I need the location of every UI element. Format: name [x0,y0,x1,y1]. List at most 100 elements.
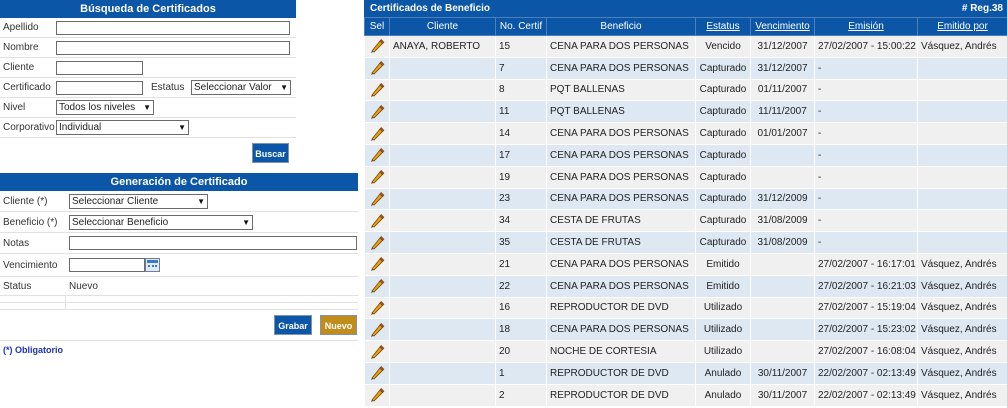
certificado-input[interactable] [56,81,143,95]
apellido-label: Apellido [3,22,39,33]
cell-vencimiento: 11/11/2007 [750,100,815,124]
cell-emitido [917,209,1007,233]
cell-emitido [917,143,1007,167]
search-panel-title: Búsqueda de Certificados [0,0,296,18]
select-cell [364,318,390,342]
cell-cert: 19 [495,165,547,189]
cell-emitido: Vásquez, Andrés [917,296,1007,320]
new-button[interactable]: Nuevo [320,315,357,335]
sort-estatus[interactable]: Estatus [695,17,751,36]
corporativo-select[interactable]: Individual ▼ [56,120,189,135]
cell-beneficio: CENA PARA DOS PERSONAS [546,252,696,276]
cell-estatus: Utilizado [695,296,751,320]
pencil-icon[interactable] [369,39,385,54]
chevron-down-icon: ▼ [143,103,151,112]
sort-vencimiento[interactable]: Vencimiento [750,17,815,36]
cell-vencimiento: 31/08/2009 [750,231,815,254]
cell-estatus: Capturado [695,187,751,211]
cell-cert: 16 [495,296,547,320]
select-cell [364,231,390,254]
estatus-label: Estatus [151,82,185,93]
cell-vencimiento: 30/11/2007 [750,383,815,407]
select-cell [364,78,390,102]
cell-vencimiento: 01/01/2007 [750,122,815,145]
search-actions: Buscar [0,138,296,165]
gen-beneficio-select[interactable]: Seleccionar Beneficio ▼ [69,215,253,230]
cell-emision: - [814,187,918,211]
cell-cert: 8 [495,78,547,102]
cell-cert: 21 [495,252,547,276]
cell-vencimiento: 30/11/2007 [750,361,815,385]
certificado-label: Certificado [3,82,51,93]
cell-cliente [389,56,496,80]
sort-emitido-por[interactable]: Emitido por [917,17,1007,36]
pencil-icon[interactable] [369,213,385,228]
estatus-select[interactable]: Seleccionar Valor ▼ [191,80,291,95]
cell-vencimiento: 31/12/2007 [750,35,815,58]
cell-vencimiento [750,252,815,276]
pencil-icon[interactable] [369,300,385,315]
corporativo-select-value: Individual [59,122,102,133]
cell-estatus: Capturado [695,165,751,189]
cell-beneficio: CENA PARA DOS PERSONAS [546,56,696,80]
nivel-select[interactable]: Todos los niveles ▼ [56,100,154,115]
pencil-icon[interactable] [369,170,385,185]
nombre-input[interactable] [56,41,290,55]
select-cell [364,252,390,276]
cell-vencimiento: 31/12/2009 [750,187,815,211]
divider [65,303,66,309]
cell-emitido [917,56,1007,80]
gen-cliente-row: Cliente (*) Seleccionar Cliente ▼ [0,191,358,212]
pencil-icon[interactable] [369,82,385,97]
pencil-icon[interactable] [369,235,385,250]
pencil-icon[interactable] [369,191,385,206]
pencil-icon[interactable] [369,148,385,163]
cell-vencimiento [750,340,815,363]
sort-emision[interactable]: Emisión [814,17,918,36]
table-row: ANAYA, ROBERTO 15 CENA PARA DOS PERSONAS Ve… [364,35,1007,58]
cell-emitido [917,122,1007,145]
gen-cliente-select[interactable]: Seleccionar Cliente ▼ [69,194,208,209]
select-cell [364,187,390,211]
pencil-icon[interactable] [369,61,385,76]
pencil-icon[interactable] [369,126,385,141]
cell-cliente [389,165,496,189]
calendar-icon[interactable] [145,258,160,272]
cell-estatus: Anulado [695,361,751,385]
cell-estatus: Anulado [695,383,751,407]
select-cell [364,383,390,407]
cliente-input[interactable] [56,61,143,75]
table-row: 2 REPRODUCTOR DE DVD Anulado 30/11/2007 22/0… [364,383,1007,407]
cell-estatus: Vencido [695,35,751,58]
pencil-icon[interactable] [369,366,385,381]
cell-beneficio: PQT BALLENAS [546,100,696,124]
cell-emision: 27/02/2007 - 16:21:03 [814,274,918,298]
cell-cliente [389,143,496,167]
apellido-input[interactable] [56,21,290,35]
cell-beneficio: CESTA DE FRUTAS [546,209,696,233]
cell-emitido [917,78,1007,102]
cell-emision: - [814,209,918,233]
search-button[interactable]: Buscar [252,143,289,163]
pencil-icon[interactable] [369,322,385,337]
pencil-icon[interactable] [369,388,385,403]
table-row: 11 PQT BALLENAS Capturado 11/11/2007- [364,100,1007,124]
cell-emitido: Vásquez, Andrés [917,35,1007,58]
pencil-icon[interactable] [369,104,385,119]
gen-notas-input[interactable] [69,236,357,250]
cell-emitido [917,165,1007,189]
pencil-icon[interactable] [369,257,385,272]
save-button[interactable]: Grabar [274,315,312,335]
pencil-icon[interactable] [369,279,385,294]
cliente-row: Cliente [0,58,296,78]
cell-emision: - [814,143,918,167]
pencil-icon[interactable] [369,344,385,359]
cell-cert: 34 [495,209,547,233]
cell-beneficio: REPRODUCTOR DE DVD [546,361,696,385]
cell-emitido: Vásquez, Andrés [917,383,1007,407]
gen-vencimiento-input[interactable] [69,258,145,272]
cell-emision: - [814,165,918,189]
table-row: 7 CENA PARA DOS PERSONAS Capturado 31/12/20… [364,56,1007,80]
nivel-row: Nivel Todos los niveles ▼ [0,98,296,118]
cell-estatus: Capturado [695,78,751,102]
